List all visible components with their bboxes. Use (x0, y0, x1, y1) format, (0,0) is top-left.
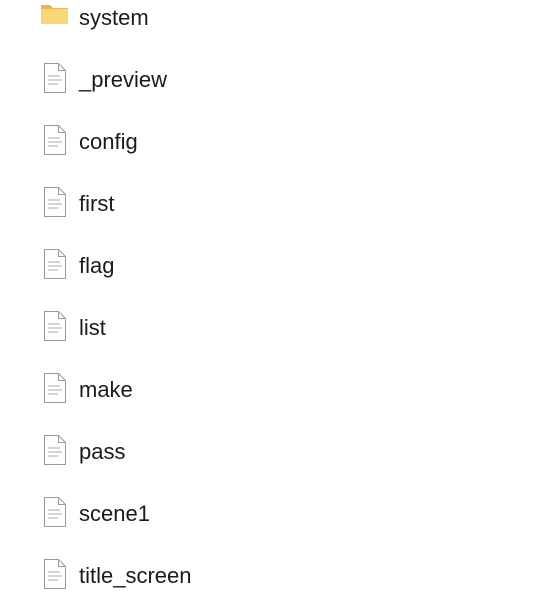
document-icon (44, 311, 66, 341)
list-item-scene1[interactable]: scene1 (0, 490, 549, 538)
item-label: title_screen (79, 563, 192, 588)
list-item-title-screen[interactable]: title_screen (0, 552, 549, 600)
document-icon (44, 63, 66, 93)
item-label: pass (79, 439, 126, 464)
item-label: first (79, 191, 115, 216)
item-label: flag (79, 253, 115, 278)
list-item-preview[interactable]: _preview (0, 56, 549, 104)
item-label: make (79, 377, 133, 402)
item-label: list (79, 315, 106, 340)
document-icon (44, 373, 66, 403)
file-list: system _preview config first flag list m… (0, 0, 549, 616)
document-icon (44, 187, 66, 217)
item-label: config (79, 129, 138, 154)
document-icon (44, 125, 66, 155)
list-item-system[interactable]: system (0, 0, 549, 42)
item-label: _preview (79, 67, 168, 92)
list-item-config[interactable]: config (0, 118, 549, 166)
list-item-first[interactable]: first (0, 180, 549, 228)
document-icon (44, 435, 66, 465)
item-label: system (79, 5, 149, 30)
document-icon (44, 497, 66, 527)
list-item-list[interactable]: list (0, 304, 549, 352)
list-item-pass[interactable]: pass (0, 428, 549, 476)
folder-icon (41, 5, 68, 24)
list-item-flag[interactable]: flag (0, 242, 549, 290)
list-item-make[interactable]: make (0, 366, 549, 414)
document-icon (44, 559, 66, 589)
document-icon (44, 249, 66, 279)
item-label: scene1 (79, 501, 150, 526)
